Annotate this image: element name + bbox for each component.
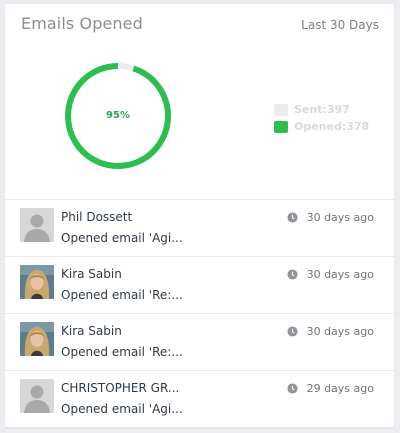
activity-description: Opened email 'Re:...	[61, 288, 183, 302]
placeholder-avatar	[20, 208, 54, 242]
donut-percent-label: 95%	[106, 110, 130, 121]
emails-opened-widget: Emails Opened Last 30 Days 95% Sent:397 …	[5, 4, 394, 427]
time-ago-label: 30 days ago	[306, 268, 374, 281]
feed-item[interactable]: Phil Dossett Opened email 'Agi... 30 day…	[5, 199, 394, 256]
person-photo-icon	[20, 265, 54, 299]
person-photo-icon	[20, 322, 54, 356]
contact-name[interactable]: Kira Sabin	[61, 324, 122, 338]
time-ago-label: 30 days ago	[306, 211, 374, 224]
period-label[interactable]: Last 30 Days	[301, 18, 379, 32]
activity-time: 29 days ago	[287, 382, 374, 395]
time-ago-label: 29 days ago	[306, 382, 374, 395]
chart-legend: Sent:397 Opened:378	[274, 101, 369, 135]
legend-swatch-sent	[274, 103, 288, 116]
photo-avatar	[20, 322, 54, 356]
contact-name[interactable]: Kira Sabin	[61, 267, 122, 281]
activity-time: 30 days ago	[287, 325, 374, 338]
activity-time: 30 days ago	[287, 268, 374, 281]
user-silhouette-icon	[20, 379, 54, 413]
legend-item-sent: Sent:397	[274, 101, 369, 118]
user-silhouette-icon	[20, 208, 54, 242]
contact-name[interactable]: Phil Dossett	[61, 210, 132, 224]
feed-item[interactable]: Kira Sabin Opened email 'Re:... 30 days …	[5, 313, 394, 370]
activity-feed: Phil Dossett Opened email 'Agi... 30 day…	[5, 199, 394, 427]
activity-description: Opened email 'Agi...	[61, 231, 183, 245]
contact-name[interactable]: CHRISTOPHER GR...	[61, 381, 179, 395]
legend-swatch-opened	[274, 120, 288, 133]
clock-icon	[287, 269, 298, 280]
clock-icon	[287, 383, 298, 394]
placeholder-avatar	[20, 379, 54, 413]
legend-item-opened: Opened:378	[274, 118, 369, 135]
feed-item[interactable]: Kira Sabin Opened email 'Re:... 30 days …	[5, 256, 394, 313]
legend-label-sent: Sent:397	[294, 103, 350, 116]
feed-item[interactable]: CHRISTOPHER GR... Opened email 'Agi... 2…	[5, 370, 394, 427]
clock-icon	[287, 326, 298, 337]
widget-title: Emails Opened	[21, 14, 143, 33]
widget-header: Emails Opened Last 30 Days	[5, 4, 394, 44]
activity-time: 30 days ago	[287, 211, 374, 224]
chart-area: 95% Sent:397 Opened:378	[5, 44, 394, 199]
activity-description: Opened email 'Re:...	[61, 345, 183, 359]
clock-icon	[287, 212, 298, 223]
time-ago-label: 30 days ago	[306, 325, 374, 338]
legend-label-opened: Opened:378	[294, 120, 370, 133]
activity-description: Opened email 'Agi...	[61, 402, 183, 416]
photo-avatar	[20, 265, 54, 299]
